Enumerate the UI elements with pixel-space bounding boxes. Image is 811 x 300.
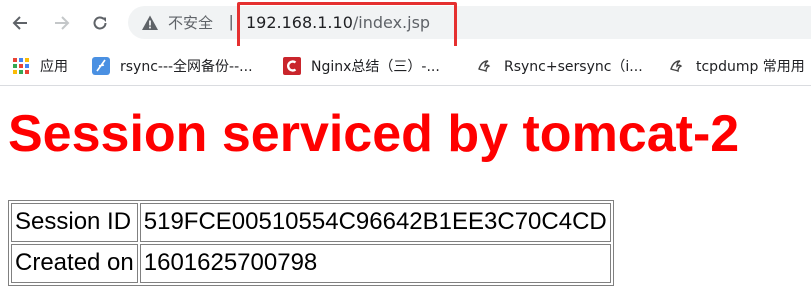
table-cell-key: Session ID [11,203,138,242]
table-row: Created on 1601625700798 [11,244,611,283]
url-path: /index.jsp [352,13,431,32]
apps-grid-icon [12,57,30,75]
omnibox-separator: | [229,12,234,31]
table-cell-value: 519FCE00510554C96642B1EE3C70C4CD [139,203,611,242]
security-status-label[interactable]: 不安全 [168,13,213,33]
reload-button[interactable] [86,9,114,37]
bookmark-label: rsync---全网备份--... [120,59,253,75]
bookmark-label: Nginx总结（三）-... [311,59,440,75]
bookmark-rsync[interactable]: rsync---全网备份--... [92,56,253,76]
bookmark-apps[interactable]: 应用 [12,56,68,76]
bookmark-label: tcpdump 常用用 [696,59,805,75]
bookmark-tcpdump[interactable]: tcpdump 常用用 [668,56,805,76]
bird-logo-icon [668,57,686,75]
table-row: Session ID 519FCE00510554C96642B1EE3C70C… [11,203,611,242]
arrow-left-icon [12,16,27,30]
bird-logo-icon [476,57,494,75]
bookmark-label: 应用 [40,59,68,75]
bookmark-label: Rsync+sersync（i... [504,59,643,75]
bookmarks-bar: 应用 rsync---全网备份--... Nginx总结（三）-... Rsyn… [0,46,811,86]
session-info-table: Session ID 519FCE00510554C96642B1EE3C70C… [8,200,614,286]
csdn-c-icon [283,57,301,75]
url-host: 192.168.1.10 [246,13,353,32]
bookmark-rsync-sersync[interactable]: Rsync+sersync（i... [476,56,643,76]
back-button[interactable] [6,9,34,37]
feather-icon [92,57,110,75]
browser-toolbar: 不安全 | 192.168.1.10/index.jsp [0,0,811,56]
bookmark-nginx[interactable]: Nginx总结（三）-... [283,56,440,76]
page-title: Session serviced by tomcat-2 [8,105,740,163]
forward-button[interactable] [48,9,76,37]
arrow-right-icon [55,16,70,30]
address-bar[interactable]: 不安全 | 192.168.1.10/index.jsp [128,6,811,39]
warning-icon[interactable] [141,14,159,32]
table-cell-key: Created on [11,244,138,283]
reload-icon [93,16,107,30]
table-cell-value: 1601625700798 [139,244,611,283]
url-text[interactable]: 192.168.1.10/index.jsp [246,12,430,34]
